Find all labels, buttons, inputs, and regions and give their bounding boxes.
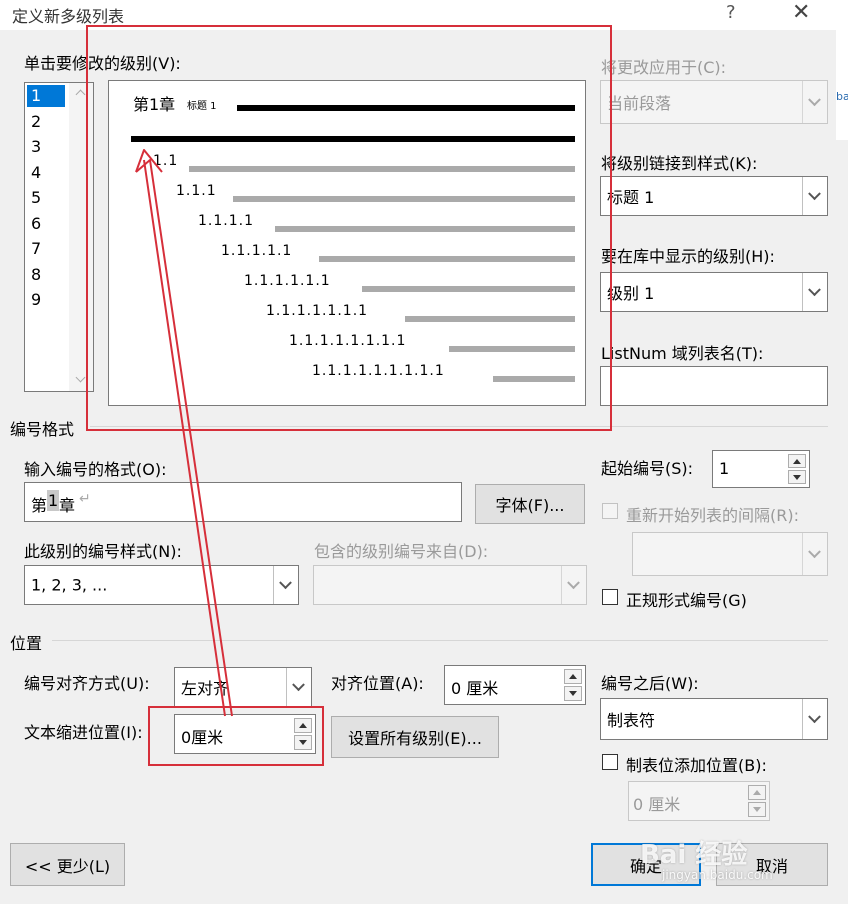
annotation-arrow-line-2 <box>143 159 226 717</box>
annotation-arrows <box>135 149 233 717</box>
